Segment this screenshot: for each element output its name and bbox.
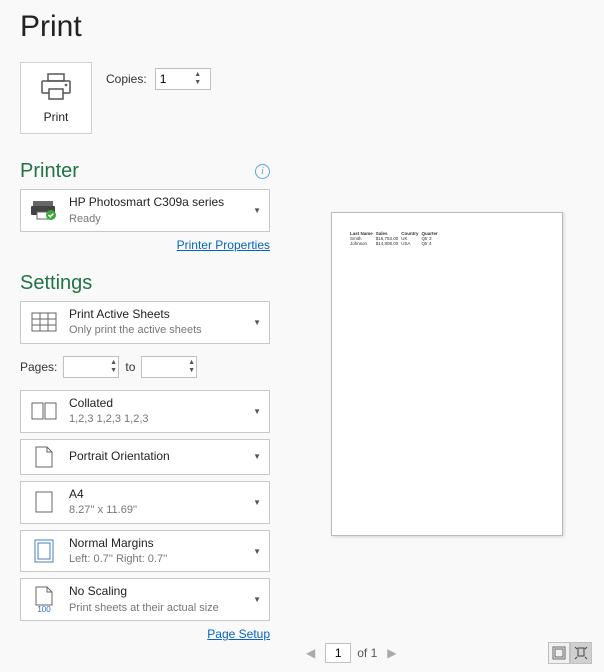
chevron-down-icon: ▼ [249,452,261,461]
copies-label: Copies: [106,72,147,86]
scaling-icon: 100 [29,586,59,614]
page-title: Print [20,10,270,44]
chevron-down-icon: ▼ [249,407,261,416]
chevron-down-icon: ▼ [249,206,261,215]
page-setup-link[interactable]: Page Setup [207,627,270,641]
printer-properties-link[interactable]: Printer Properties [177,238,270,252]
pages-to-label: to [125,360,135,374]
pages-to-stepper[interactable]: ▲▼ [141,356,197,378]
paper-main: A4 [69,487,239,503]
print-what-dropdown[interactable]: Print Active Sheets Only print the activ… [20,301,270,344]
printer-status: Ready [69,212,239,226]
preview-row: Johnson$14,808.00USAQtr 4 [350,241,441,246]
collation-sub: 1,2,3 1,2,3 1,2,3 [69,412,239,426]
info-icon[interactable]: i [255,164,270,179]
printer-icon [40,73,72,104]
pages-from-stepper[interactable]: ▲▼ [63,356,119,378]
print-what-sub: Only print the active sheets [69,323,239,337]
copies-stepper[interactable]: ▲ ▼ [155,68,211,90]
pages-from-input[interactable] [64,357,108,377]
scaling-sub: Print sheets at their actual size [69,601,239,615]
margins-dropdown[interactable]: Normal Margins Left: 0.7'' Right: 0.7'' … [20,530,270,573]
collation-dropdown[interactable]: Collated 1,2,3 1,2,3 1,2,3 ▼ [20,390,270,433]
orientation-dropdown[interactable]: Portrait Orientation ▼ [20,439,270,475]
margins-icon [29,539,59,563]
preview-page: Last NameSalesCountryQuarter Smith$16,75… [331,212,563,536]
paper-icon [29,491,59,513]
print-button-label: Print [44,110,69,124]
scaling-dropdown[interactable]: 100 No Scaling Print sheets at their act… [20,578,270,621]
preview-table: Last NameSalesCountryQuarter Smith$16,75… [350,231,441,246]
printer-section-title: Printer [20,160,79,183]
zoom-to-page-button[interactable] [570,642,592,664]
orientation-main: Portrait Orientation [69,449,239,465]
scaling-badge: 100 [37,606,50,614]
page-count-label: of 1 [357,646,377,660]
paper-dropdown[interactable]: A4 8.27'' x 11.69'' ▼ [20,481,270,524]
pages-label: Pages: [20,360,57,374]
portrait-icon [29,446,59,468]
collated-icon [29,402,59,420]
next-page-button[interactable]: ▶ [383,644,400,662]
show-margins-button[interactable] [548,642,570,664]
settings-section-title: Settings [20,272,92,295]
pages-to-input[interactable] [142,357,186,377]
copies-up[interactable]: ▲ [192,71,204,79]
margins-sub: Left: 0.7'' Right: 0.7'' [69,552,239,566]
chevron-down-icon: ▼ [249,498,261,507]
copies-down[interactable]: ▼ [192,79,204,87]
print-what-main: Print Active Sheets [69,307,239,323]
printer-device-icon [29,198,59,222]
current-page-input[interactable] [325,643,351,663]
chevron-down-icon: ▼ [249,547,261,556]
paper-sub: 8.27'' x 11.69'' [69,503,239,517]
collation-main: Collated [69,396,239,412]
margins-main: Normal Margins [69,536,239,552]
print-preview: Last NameSalesCountryQuarter Smith$16,75… [300,10,594,638]
printer-dropdown[interactable]: HP Photosmart C309a series Ready ▼ [20,189,270,232]
sheets-icon [29,312,59,332]
scaling-main: No Scaling [69,584,239,600]
print-button[interactable]: Print [20,62,92,134]
prev-page-button[interactable]: ◀ [302,644,319,662]
chevron-down-icon: ▼ [249,595,261,604]
chevron-down-icon: ▼ [249,318,261,327]
copies-input[interactable] [156,69,192,89]
printer-name: HP Photosmart C309a series [69,195,239,211]
